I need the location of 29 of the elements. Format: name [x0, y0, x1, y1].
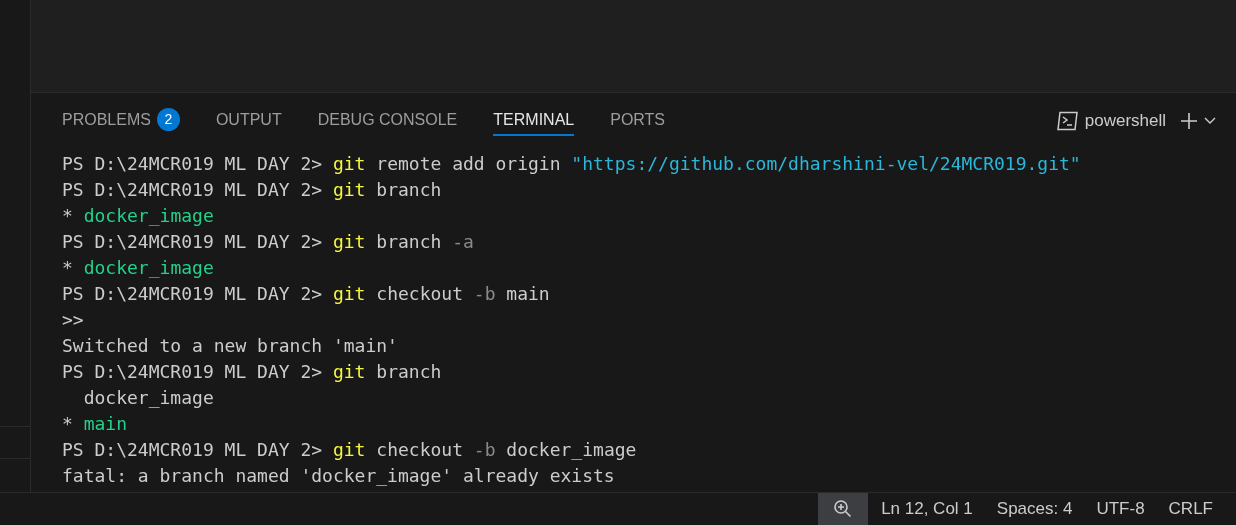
terminal-line: fatal: a branch named 'docker_image' already exists — [62, 464, 615, 488]
status-bar-item[interactable]: UTF-8 — [1096, 493, 1145, 525]
zoom-in-icon — [833, 499, 854, 519]
problems-count-badge: 2 — [156, 108, 180, 131]
panel-tab[interactable]: PROBLEMS 2 — [62, 105, 180, 136]
terminal-line: >> — [62, 308, 84, 332]
chevron-down-icon[interactable] — [1204, 116, 1216, 125]
terminal-line: Switched to a new branch 'main' — [62, 334, 398, 358]
zoom-button[interactable] — [818, 493, 869, 525]
add-icon[interactable] — [1180, 111, 1198, 130]
terminal-line: PS D:\24MCR019 ML DAY 2> git branch — [62, 360, 442, 384]
panel-tab[interactable]: PORTS — [610, 105, 666, 136]
terminal-line: PS D:\24MCR019 ML DAY 2> git branch — [62, 178, 442, 202]
panel-tab[interactable]: DEBUG CONSOLE — [317, 105, 458, 136]
terminal-line: PS D:\24MCR019 ML DAY 2> git checkout -b main — [62, 282, 550, 306]
status-bar-item[interactable]: Ln 12, Col 1 — [881, 493, 973, 525]
terminal-line: docker_image — [82, 386, 214, 410]
terminal-line: PS D:\24MCR019 ML DAY 2> git remote add origin "https://github.com/dharshini-vel/24MCR019.git" — [62, 152, 1081, 176]
terminal-line: * main — [62, 412, 128, 436]
terminal-profile-button[interactable]: powershell — [1056, 107, 1166, 134]
terminal-line: PS D:\24MCR019 ML DAY 2> git branch -a — [62, 230, 474, 254]
terminal-icon — [1056, 110, 1079, 131]
panel-tab[interactable]: OUTPUT — [215, 105, 282, 136]
panel-tab[interactable]: TERMINAL — [493, 105, 575, 136]
terminal-line: PS D:\24MCR019 ML DAY 2> git checkout -b docker_image — [62, 438, 637, 462]
terminal-line: * docker_image — [62, 204, 214, 228]
status-bar-item[interactable]: Spaces: 4 — [996, 493, 1073, 525]
status-bar-item[interactable]: CRLF — [1168, 493, 1213, 525]
terminal-line: * docker_image — [62, 256, 214, 280]
